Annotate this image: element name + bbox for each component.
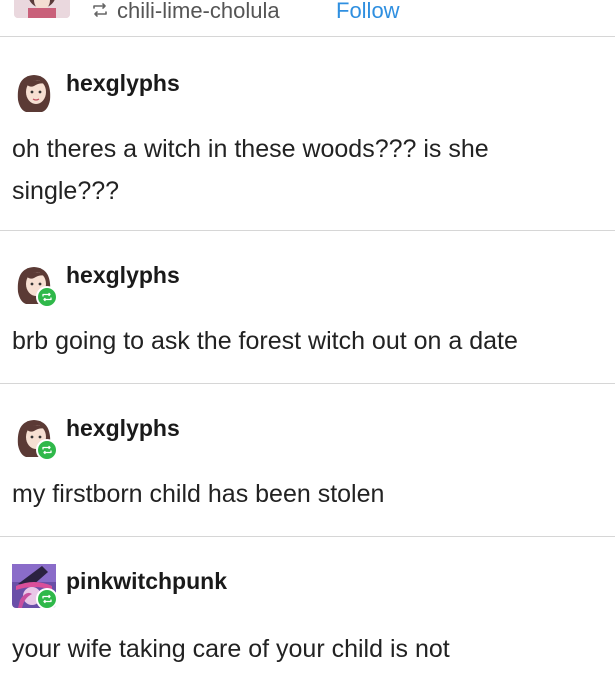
avatar[interactable] bbox=[12, 262, 58, 308]
post-text: oh theres a witch in these woods??? is s… bbox=[12, 135, 489, 205]
post-username[interactable]: hexglyphs bbox=[66, 262, 180, 289]
reblog-badge-icon bbox=[36, 439, 58, 461]
follow-button[interactable]: Follow bbox=[336, 0, 400, 24]
avatar[interactable] bbox=[12, 415, 58, 461]
reblogged-from-username[interactable]: chili-lime-cholula bbox=[117, 0, 280, 24]
post-entry: hexglyphs my firstborn child has been st… bbox=[0, 383, 615, 537]
post-entry: pinkwitchpunk your wife taking care of y… bbox=[0, 536, 615, 673]
post-entry: hexglyphs oh theres a witch in these woo… bbox=[0, 37, 615, 231]
avatar-image-icon bbox=[14, 0, 70, 18]
reblog-header: chili-lime-cholula Follow bbox=[0, 0, 615, 37]
post-username[interactable]: pinkwitchpunk bbox=[66, 568, 227, 595]
avatar[interactable] bbox=[12, 70, 56, 114]
reblog-badge-icon bbox=[36, 588, 58, 610]
post-text: my firstborn child has been stolen bbox=[12, 480, 385, 508]
post-entry: hexglyphs brb going to ask the forest wi… bbox=[0, 230, 615, 384]
post-text: your wife taking care of your child is n… bbox=[12, 635, 450, 663]
post-username[interactable]: hexglyphs bbox=[66, 415, 180, 442]
avatar[interactable] bbox=[12, 564, 58, 610]
reblog-icon bbox=[93, 3, 107, 17]
user-avatar-icon bbox=[12, 70, 56, 114]
post-username[interactable]: hexglyphs bbox=[66, 70, 180, 97]
avatar[interactable] bbox=[14, 0, 70, 18]
post-text: brb going to ask the forest witch out on… bbox=[12, 327, 518, 355]
reblog-badge-icon bbox=[36, 286, 58, 308]
